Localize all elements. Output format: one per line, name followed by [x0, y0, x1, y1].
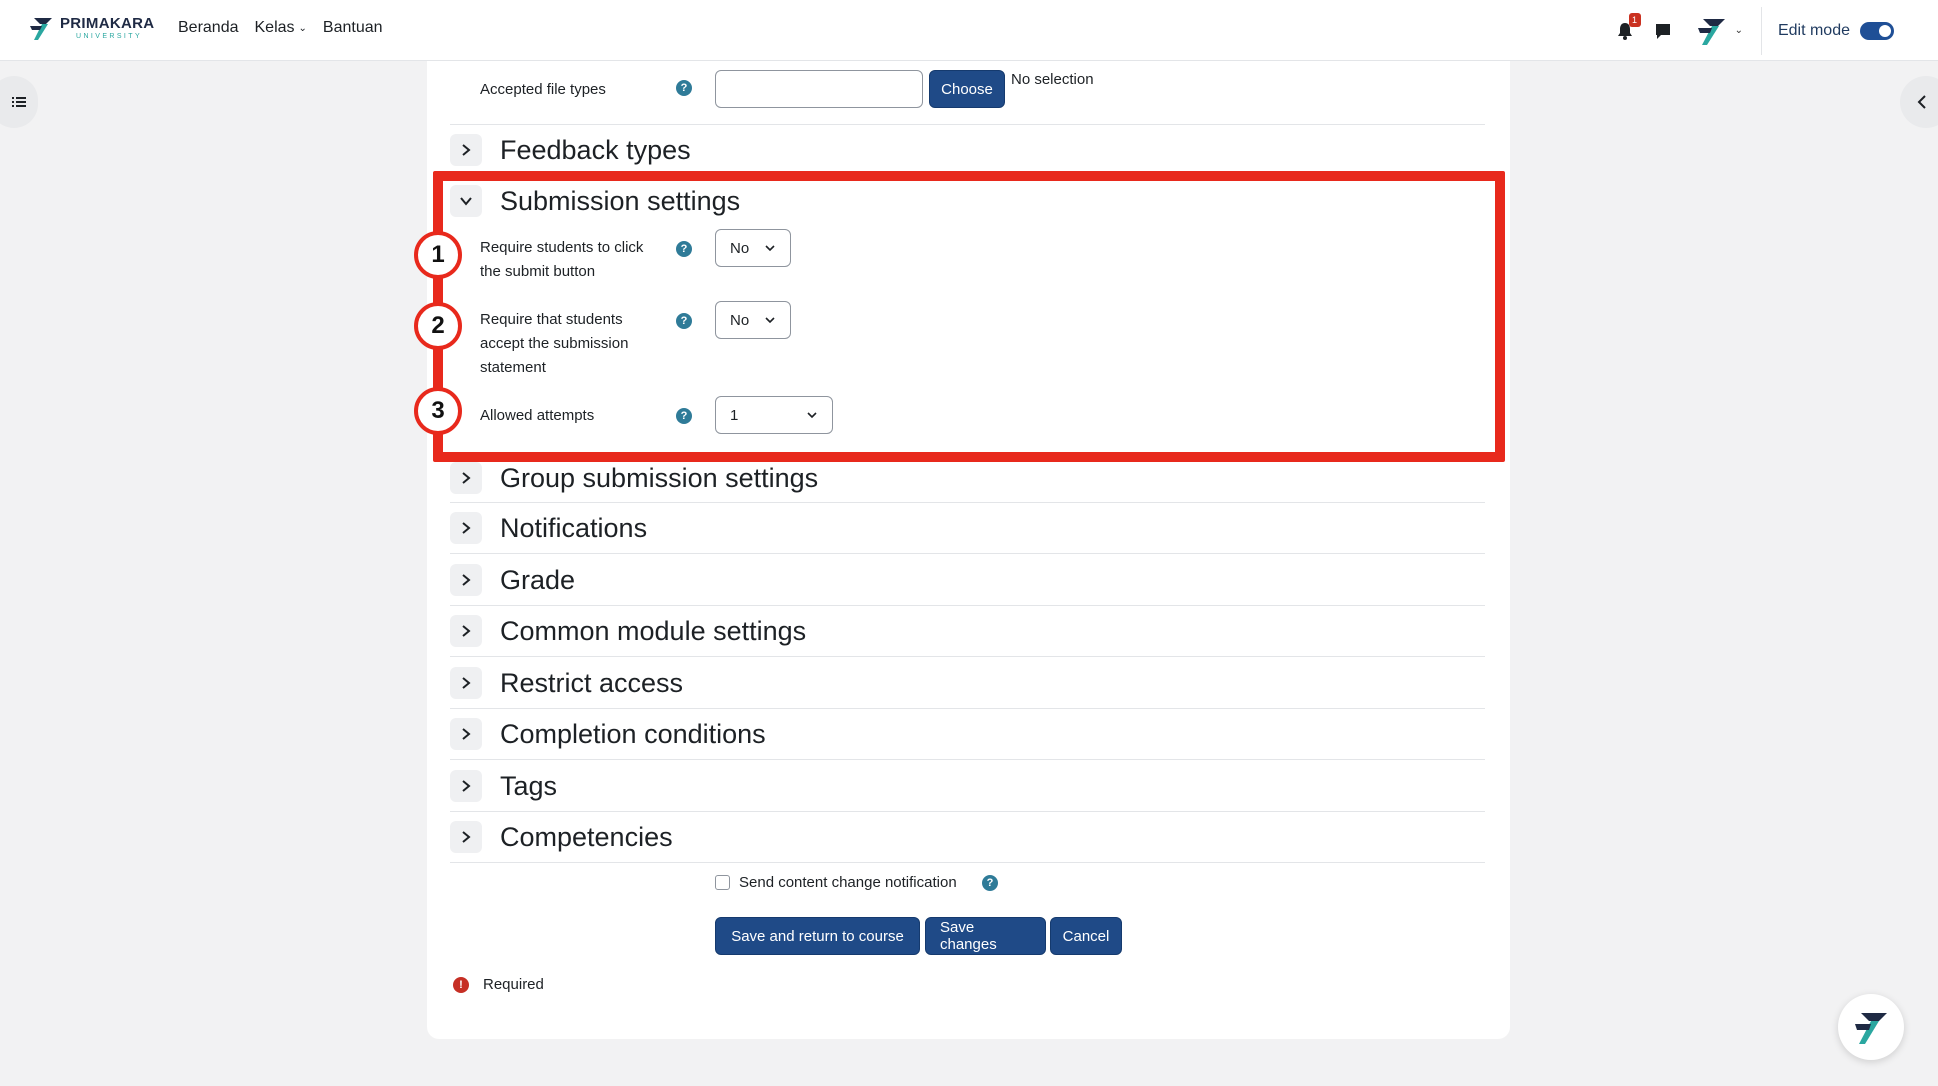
notifications-button[interactable]: 1	[1615, 12, 1641, 41]
chevron-right-icon[interactable]	[450, 718, 482, 750]
nav-link-bantuan[interactable]: Bantuan	[323, 19, 383, 37]
chevron-right-icon[interactable]	[450, 512, 482, 544]
section-competencies[interactable]: Competencies	[450, 821, 673, 853]
save-changes-button[interactable]: Save changes	[925, 917, 1046, 955]
choose-file-types-button[interactable]: Choose	[929, 70, 1005, 108]
section-completion-conditions[interactable]: Completion conditions	[450, 718, 766, 750]
section-divider	[450, 862, 1485, 863]
accepted-file-types-label: Accepted file types	[480, 81, 606, 98]
navbar-divider	[1760, 6, 1762, 55]
logo-brand: PRIMAKARA	[60, 15, 155, 32]
messages-button[interactable]	[1653, 21, 1673, 41]
question-circle-icon[interactable]: ?	[982, 875, 998, 891]
cancel-button[interactable]: Cancel	[1050, 917, 1122, 955]
course-index-toggle[interactable]	[0, 76, 38, 128]
chevron-right-icon[interactable]	[450, 134, 482, 166]
chevron-down-icon: ⌄	[298, 22, 307, 34]
accepted-file-types-row: Accepted file types	[480, 78, 658, 102]
section-divider	[450, 502, 1485, 503]
block-drawer-toggle[interactable]	[1900, 76, 1938, 128]
section-notifications[interactable]: Notifications	[450, 512, 647, 544]
logo-text: PRIMAKARA UNIVERSITY	[60, 16, 154, 40]
primary-navigation: Beranda Kelas ⌄ Bantuan	[178, 19, 399, 37]
top-navbar: PRIMAKARA UNIVERSITY Beranda Kelas ⌄ Ban…	[0, 0, 1938, 61]
step-badge-2: 2	[414, 302, 462, 350]
chevron-left-icon	[1917, 95, 1926, 109]
section-tags[interactable]: Tags	[450, 770, 557, 802]
step-badge-3: 3	[414, 387, 462, 435]
section-restrict-access[interactable]: Restrict access	[450, 667, 683, 699]
section-title: Grade	[500, 564, 576, 595]
chevron-right-icon[interactable]	[450, 667, 482, 699]
section-divider	[450, 605, 1485, 606]
chevron-right-icon[interactable]	[450, 462, 482, 494]
section-divider	[450, 811, 1485, 812]
notification-count-badge: 1	[1628, 12, 1641, 27]
chevron-right-icon[interactable]	[450, 615, 482, 647]
navbar-right: 1 ⌄ Edit mode	[1615, 0, 1938, 61]
nav-link-kelas[interactable]: Kelas ⌄	[255, 19, 307, 37]
send-notification-label: Send content change notification	[739, 874, 957, 891]
section-title: Group submission settings	[500, 462, 819, 493]
chevron-right-icon[interactable]	[450, 770, 482, 802]
section-title: Notifications	[500, 512, 648, 543]
section-title: Restrict access	[500, 667, 684, 698]
section-title: Tags	[500, 770, 558, 801]
primakara-logo-icon	[30, 18, 52, 40]
edit-mode-toggle[interactable]	[1860, 21, 1894, 40]
highlight-box	[433, 171, 1505, 462]
section-title: Competencies	[500, 821, 673, 852]
exclamation-circle-icon: !	[453, 977, 469, 993]
user-menu[interactable]: ⌄	[1695, 14, 1743, 48]
send-notification-checkbox[interactable]	[715, 875, 730, 890]
edit-mode-switch[interactable]: Edit mode	[1777, 21, 1894, 40]
logo-subtitle: UNIVERSITY	[76, 33, 143, 40]
primakara-logo-icon	[1855, 1013, 1887, 1044]
edit-mode-label: Edit mode	[1777, 21, 1850, 39]
section-divider	[450, 656, 1485, 657]
section-title: Common module settings	[500, 615, 807, 646]
question-circle-icon[interactable]: ?	[676, 80, 692, 96]
step-badge-1: 1	[414, 231, 462, 279]
user-avatar-icon	[1697, 18, 1725, 45]
nav-link-beranda[interactable]: Beranda	[178, 19, 239, 37]
section-grade[interactable]: Grade	[450, 564, 575, 596]
chat-icon	[1655, 23, 1670, 39]
section-common-module-settings[interactable]: Common module settings	[450, 615, 806, 647]
section-feedback-types[interactable]: Feedback types	[450, 134, 691, 166]
chevron-down-icon: ⌄	[1734, 25, 1743, 36]
section-divider	[450, 124, 1485, 125]
accepted-file-types-input[interactable]	[715, 70, 923, 108]
floating-help-button[interactable]	[1838, 994, 1904, 1060]
section-title: Completion conditions	[500, 718, 766, 749]
chevron-right-icon[interactable]	[450, 821, 482, 853]
required-legend: Required	[483, 976, 544, 993]
section-divider	[450, 759, 1485, 760]
section-divider	[450, 708, 1485, 709]
site-logo[interactable]: PRIMAKARA UNIVERSITY	[28, 14, 154, 42]
save-return-button[interactable]: Save and return to course	[715, 917, 920, 955]
file-types-selection-text: No selection	[1011, 71, 1094, 88]
nav-link-kelas-label: Kelas	[254, 19, 295, 36]
chevron-right-icon[interactable]	[450, 564, 482, 596]
section-divider	[450, 553, 1485, 554]
list-icon	[12, 97, 26, 107]
section-group-submission-settings[interactable]: Group submission settings	[450, 462, 818, 494]
section-title: Feedback types	[500, 134, 691, 165]
